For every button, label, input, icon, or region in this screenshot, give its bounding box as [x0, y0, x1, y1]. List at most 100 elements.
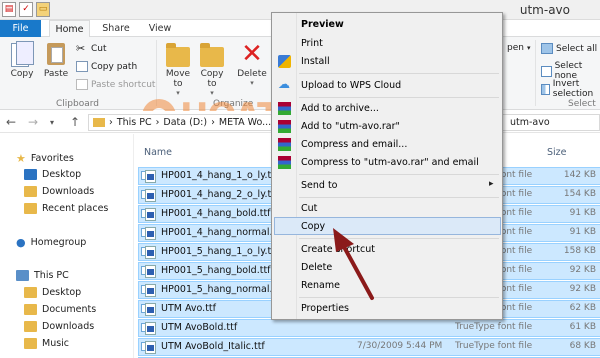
- menu-upload-wps[interactable]: Upload to WPS Cloud: [301, 80, 401, 91]
- file-name: UTM Avo.ttf: [161, 303, 216, 314]
- tab-view[interactable]: View: [142, 20, 178, 37]
- nav-pc-downloads[interactable]: Downloads: [24, 321, 94, 332]
- winrar-icon: [278, 120, 291, 133]
- font-file-icon: [145, 284, 156, 297]
- clipboard-group-label: Clipboard: [56, 99, 99, 109]
- file-explorer-window: ▤ ✓ ▭ utm-avo File Home Share View Copy …: [0, 0, 600, 358]
- file-name: HP001_5_hang_normal.ttf: [161, 284, 284, 295]
- move-folder-icon: [166, 41, 190, 67]
- nav-favorites[interactable]: ★ Favorites: [16, 152, 74, 165]
- invert-selection-button[interactable]: Invert selection: [541, 79, 600, 99]
- menu-delete[interactable]: Delete: [301, 262, 332, 273]
- file-row[interactable]: UTM AvoBold.ttf TrueType font file 61 KB: [138, 319, 600, 337]
- menu-print[interactable]: Print: [301, 38, 323, 49]
- new-folder-icon[interactable]: ▭: [36, 2, 50, 17]
- breadcrumb-sep-icon: ›: [211, 117, 215, 128]
- file-name: HP001_4_hang_bold.ttf: [161, 208, 271, 219]
- menu-compress-rar-email[interactable]: Compress to "utm-avo.rar" and email: [301, 157, 479, 168]
- menu-compress-email[interactable]: Compress and email...: [301, 139, 407, 150]
- font-file-icon: [145, 227, 156, 240]
- tab-share[interactable]: Share: [96, 20, 136, 37]
- nav-pc-desktop-label: Desktop: [42, 287, 82, 298]
- nav-downloads[interactable]: Downloads: [24, 186, 94, 197]
- file-name: HP001_5_hang_1_o_ly.ttf: [161, 246, 279, 257]
- open-button[interactable]: pen ▾: [504, 43, 531, 53]
- menu-create-shortcut[interactable]: Create shortcut: [301, 244, 375, 255]
- breadcrumb-current[interactable]: utm-avo: [510, 117, 550, 128]
- breadcrumb-meta[interactable]: META Wo...: [219, 117, 271, 128]
- menu-send-to[interactable]: Send to: [301, 180, 337, 191]
- folder-icon: [24, 321, 37, 332]
- recent-places-icon: [24, 203, 37, 214]
- winrar-icon: [278, 156, 291, 169]
- nav-this-pc-label: This PC: [34, 270, 69, 281]
- file-icon[interactable]: ▤: [2, 2, 16, 17]
- nav-documents[interactable]: Documents: [24, 304, 96, 315]
- file-date: 7/30/2009 5:44 PM: [357, 341, 443, 351]
- file-size: 154 KB: [563, 189, 596, 199]
- select-none-button[interactable]: Select none: [541, 61, 600, 81]
- nav-pc-desktop[interactable]: Desktop: [24, 287, 81, 298]
- back-arrow-icon[interactable]: ←: [6, 115, 16, 129]
- tab-home[interactable]: Home: [49, 20, 90, 37]
- select-none-label: Select none: [554, 61, 583, 81]
- forward-arrow-icon[interactable]: →: [28, 115, 38, 129]
- navigation-pane: ★ Favorites Desktop Downloads Recent pla…: [0, 134, 133, 358]
- file-size: 62 KB: [569, 303, 596, 313]
- column-size[interactable]: Size: [547, 147, 567, 158]
- nav-music-label: Music: [42, 338, 70, 349]
- column-name[interactable]: Name: [144, 147, 172, 158]
- menu-separator: [299, 174, 499, 175]
- select-all-button[interactable]: Select all: [541, 43, 597, 54]
- delete-button[interactable]: ✕ Delete ▾: [235, 41, 269, 87]
- file-size: 61 KB: [569, 322, 596, 332]
- breadcrumb-this-pc[interactable]: This PC: [117, 117, 152, 128]
- breadcrumb-drive[interactable]: Data (D:): [163, 117, 207, 128]
- nav-pc-downloads-label: Downloads: [42, 321, 95, 332]
- nav-desktop-label: Desktop: [42, 169, 82, 180]
- select-none-icon: [541, 65, 552, 77]
- file-row[interactable]: UTM AvoBold_Italic.ttf 7/30/2009 5:44 PM T…: [138, 338, 600, 356]
- menu-preview[interactable]: Preview: [301, 19, 344, 30]
- nav-homegroup[interactable]: ● Homegroup: [16, 236, 86, 249]
- menu-add-archive[interactable]: Add to archive...: [301, 103, 379, 114]
- properties-icon[interactable]: ✓: [19, 2, 33, 17]
- font-file-icon: [145, 170, 156, 183]
- context-menu: Preview Print Install ☁ Upload to WPS Cl…: [271, 12, 503, 320]
- paste-label: Paste: [43, 69, 69, 79]
- delete-x-icon: ✕: [241, 39, 263, 69]
- menu-properties[interactable]: Properties: [301, 303, 349, 314]
- folder-icon: [93, 118, 105, 127]
- nav-this-pc[interactable]: This PC: [16, 270, 69, 281]
- cut-label: Cut: [91, 43, 107, 54]
- paste-shortcut-icon: [76, 79, 88, 90]
- tab-file[interactable]: File: [0, 20, 41, 37]
- nav-desktop[interactable]: Desktop: [24, 169, 81, 180]
- file-name: UTM AvoBold_Italic.ttf: [161, 341, 265, 352]
- paste-shortcut-button[interactable]: Paste shortcut: [76, 79, 155, 90]
- copy-path-button[interactable]: Copy path: [76, 61, 137, 72]
- font-file-icon: [145, 246, 156, 259]
- nav-recent-label: Recent places: [42, 203, 109, 214]
- move-to-button[interactable]: Move to ▾: [163, 41, 193, 97]
- paste-button[interactable]: Paste: [41, 41, 71, 79]
- cut-button[interactable]: ✂ Cut: [76, 43, 107, 54]
- copy-path-icon: [76, 61, 88, 72]
- menu-add-rar[interactable]: Add to "utm-avo.rar": [301, 121, 400, 132]
- copy-to-button[interactable]: Copy to ▾: [197, 41, 227, 97]
- copy-label: Copy: [10, 69, 34, 79]
- copy-button[interactable]: Copy: [7, 41, 37, 79]
- menu-rename[interactable]: Rename: [301, 280, 340, 291]
- nav-music[interactable]: Music: [24, 338, 69, 349]
- menu-copy[interactable]: Copy: [301, 221, 325, 232]
- menu-install[interactable]: Install: [301, 56, 330, 67]
- chevron-down-icon: ▾: [527, 44, 531, 52]
- open-label: pen: [507, 43, 524, 53]
- up-arrow-icon[interactable]: ↑: [70, 115, 80, 129]
- recent-dropdown-icon[interactable]: ▾: [50, 118, 54, 127]
- file-size: 92 KB: [569, 284, 596, 294]
- file-name: HP001_4_hang_2_o_ly.ttf: [161, 189, 279, 200]
- quick-access-toolbar: ▤ ✓ ▭: [2, 2, 50, 17]
- menu-cut[interactable]: Cut: [301, 203, 317, 214]
- nav-recent-places[interactable]: Recent places: [24, 203, 108, 214]
